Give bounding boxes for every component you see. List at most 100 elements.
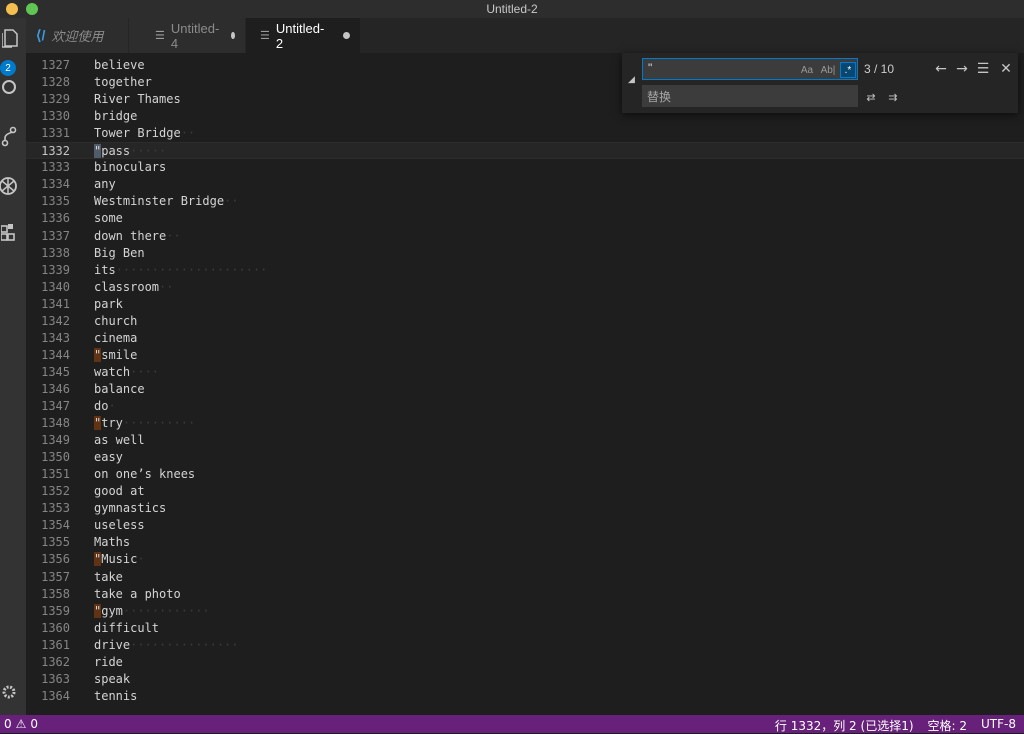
line-text: on one’s knees [94, 466, 195, 483]
source-control-icon[interactable] [0, 124, 22, 148]
code-line[interactable]: 1331 Tower Bridge·· [26, 125, 1024, 142]
line-text: Westminster Bridge·· [94, 193, 239, 210]
error-count: 0 [4, 717, 12, 731]
code-line[interactable]: 1333 binoculars [26, 159, 1024, 176]
code-line[interactable]: 1348 "try·········· [26, 415, 1024, 432]
code-line[interactable]: 1358 take a photo [26, 586, 1024, 603]
line-number: 1347 [41, 399, 70, 413]
code-line[interactable]: 1340 classroom·· [26, 279, 1024, 296]
line-text: cinema [94, 330, 137, 347]
code-line[interactable]: 1334 any [26, 176, 1024, 193]
line-number: 1335 [41, 194, 70, 209]
whitespace-marker: ············ [122, 603, 210, 618]
find-in-selection-icon[interactable]: ☰ [974, 60, 992, 78]
code-line[interactable]: 1354 useless [26, 517, 1024, 534]
find-input[interactable]: " Aa Ab| .* [642, 58, 858, 80]
code-line[interactable]: 1359 "gym············ [26, 603, 1024, 620]
line-text: tennis [94, 688, 137, 705]
code-line[interactable]: 1341 park [26, 296, 1024, 313]
whitespace-marker: ·· [224, 194, 239, 209]
code-line[interactable]: 1336 some [26, 210, 1024, 227]
line-number: 1328 [41, 75, 70, 90]
code-line[interactable]: 1332 "pass····· [26, 142, 1024, 160]
line-number: 1327 [41, 58, 70, 72]
vscode-logo-icon: ⟨/ [36, 27, 46, 43]
code-line[interactable]: 1352 good at [26, 483, 1024, 500]
code-line[interactable]: 1357 take [26, 569, 1024, 586]
code-line[interactable]: 1343 cinema [26, 330, 1024, 347]
line-number: 1339 [41, 262, 70, 277]
encoding[interactable]: UTF-8 [981, 717, 1016, 734]
close-icon[interactable]: ✕ [997, 60, 1015, 78]
code-line[interactable]: 1338 Big Ben [26, 245, 1024, 262]
code-line[interactable]: 1351 on one’s knees [26, 466, 1024, 483]
code-line[interactable]: 1364 tennis [26, 688, 1024, 705]
zoom-button[interactable] [26, 3, 38, 15]
toggle-replace-chevron-icon[interactable]: ◢ [628, 75, 635, 85]
code-line[interactable]: 1360 difficult [26, 620, 1024, 637]
code-line[interactable]: 1349 as well [26, 432, 1024, 449]
line-number: 1344 [41, 347, 70, 362]
cursor-position[interactable]: 行 1332，列 2 (已选择1) [775, 717, 914, 734]
minimize-button[interactable] [6, 3, 18, 15]
code-line[interactable]: 1356 "Music· [26, 551, 1024, 568]
code-line[interactable]: 1345 watch···· [26, 364, 1024, 381]
replace-all-icon[interactable]: ⇉ [884, 88, 902, 106]
debug-icon[interactable] [0, 174, 22, 198]
previous-match-arrow-icon[interactable]: ← [932, 60, 950, 78]
line-text: ride [94, 654, 123, 671]
line-number: 1341 [41, 296, 70, 311]
next-match-arrow-icon[interactable]: → [953, 60, 971, 78]
tab-untitled-2[interactable]: ☰ Untitled-2 [246, 18, 361, 53]
line-text: do· [94, 398, 116, 415]
file-icon: ☰ [260, 30, 270, 42]
editor-area[interactable]: 1327 believe 1328 together 1329 River Thames 1… [26, 53, 1024, 715]
code-line[interactable]: 1339 its····················· [26, 262, 1024, 279]
line-text: classroom·· [94, 279, 173, 296]
unsaved-dot-icon[interactable] [231, 32, 235, 39]
explorer-icon[interactable] [0, 26, 22, 50]
line-content: smile [101, 347, 138, 362]
line-text: any [94, 176, 116, 193]
whole-word-icon[interactable]: Ab| [819, 62, 837, 78]
problems-indicator[interactable]: 0 ⚠ 0 [4, 717, 38, 731]
code-line[interactable]: 1342 church [26, 313, 1024, 330]
code-line[interactable]: 1347 do· [26, 398, 1024, 415]
tab-welcome[interactable]: ⟨/ 欢迎使用 [26, 18, 129, 53]
code-line[interactable]: 1361 drive··············· [26, 637, 1024, 654]
settings-gear-icon[interactable] [0, 680, 22, 704]
code-line[interactable]: 1362 ride [26, 654, 1024, 671]
whitespace-marker: ··············· [130, 637, 239, 652]
line-content: balance [94, 381, 145, 396]
replace-input[interactable]: 替换 [642, 85, 858, 107]
code-line[interactable]: 1355 Maths [26, 534, 1024, 551]
code-line[interactable]: 1335 Westminster Bridge·· [26, 193, 1024, 210]
line-content: park [94, 296, 123, 311]
line-text: Maths [94, 534, 130, 551]
search-icon[interactable] [0, 75, 22, 99]
tab-label: 欢迎使用 [51, 29, 104, 44]
code-line[interactable]: 1363 speak [26, 671, 1024, 688]
line-content: Tower Bridge [94, 126, 181, 141]
line-content: church [94, 313, 138, 328]
unsaved-dot-icon[interactable] [343, 32, 350, 39]
activity-bar: 2 [0, 18, 26, 715]
line-number: 1361 [41, 637, 70, 652]
extensions-icon[interactable] [0, 221, 22, 245]
match-case-icon[interactable]: Aa [799, 62, 815, 78]
code-line[interactable]: 1353 gymnastics [26, 500, 1024, 517]
line-content: pass [101, 144, 131, 159]
code-line[interactable]: 1337 down there·· [26, 228, 1024, 245]
line-content: believe [94, 58, 145, 72]
tab-untitled-4[interactable]: ☰ Untitled-4 [129, 18, 246, 53]
line-text: its····················· [94, 262, 267, 279]
regex-icon[interactable]: .* [840, 62, 856, 78]
code-line[interactable]: 1350 easy [26, 449, 1024, 466]
line-number: 1358 [41, 586, 70, 601]
code-line[interactable]: 1344 "smile [26, 347, 1024, 364]
line-text: park [94, 296, 123, 313]
indentation[interactable]: 空格: 2 [928, 717, 968, 734]
explorer-badge: 2 [0, 60, 16, 76]
code-line[interactable]: 1346 balance [26, 381, 1024, 398]
replace-icon[interactable]: ⇄ [862, 88, 880, 106]
